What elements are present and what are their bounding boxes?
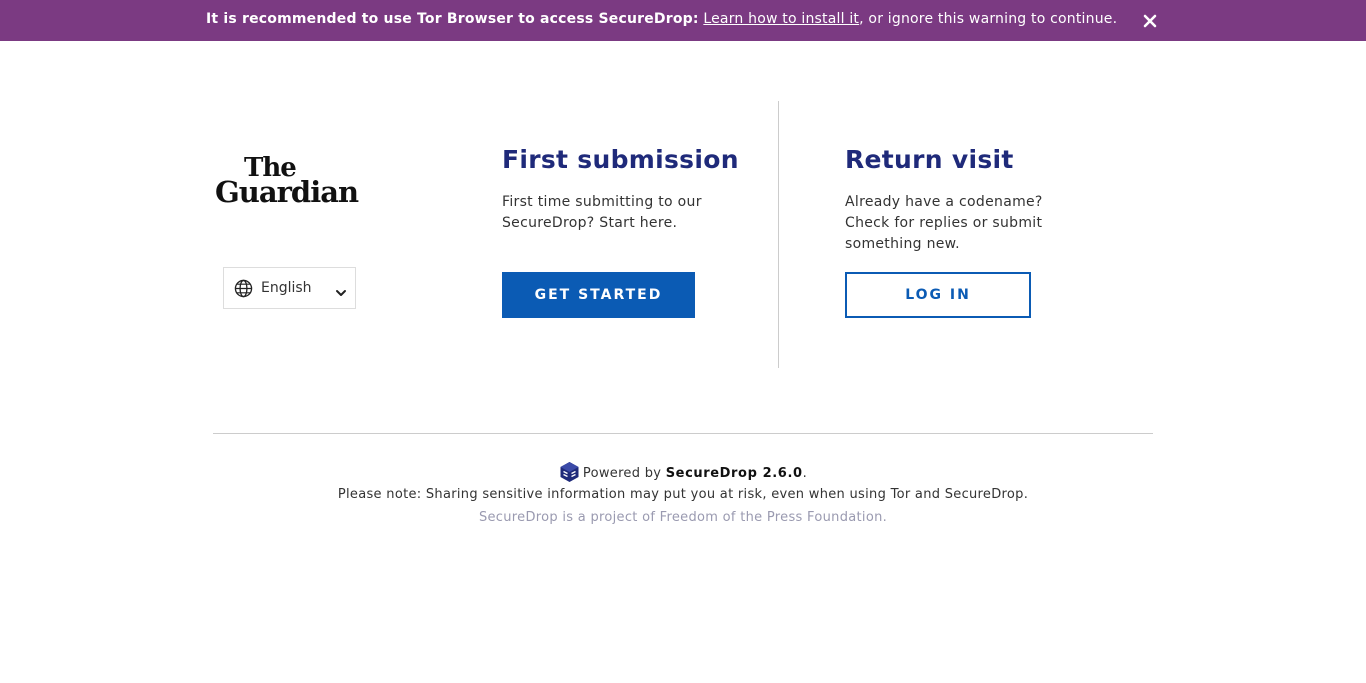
language-select[interactable]: English [223, 267, 356, 309]
column-divider [778, 101, 779, 368]
tor-warning-tail: , or ignore this warning to continue. [859, 11, 1118, 27]
risk-note: Please note: Sharing sensitive informati… [337, 487, 1029, 502]
securedrop-version: SecureDrop 2.6.0 [665, 466, 803, 481]
log-in-button[interactable]: LOG IN [845, 272, 1031, 318]
tor-warning-text: It is recommended to use Tor Browser to … [206, 11, 1117, 27]
powered-suffix: . [802, 466, 808, 481]
project-credit: SecureDrop is a project of Freedom of th… [478, 510, 888, 525]
guardian-logo: The Guardian [215, 153, 367, 209]
powered-prefix: Powered by [582, 466, 666, 481]
logo-line-guardian: Guardian [215, 175, 359, 209]
tor-warning-banner: It is recommended to use Tor Browser to … [0, 0, 1366, 41]
get-started-button[interactable]: GET STARTED [502, 272, 695, 318]
chevron-down-icon [335, 283, 347, 296]
return-visit-description: Already have a codename? Check for repli… [845, 194, 1043, 252]
first-submission-title: First submission [502, 145, 739, 174]
first-submission-description: First time submitting to our SecureDrop?… [502, 194, 702, 231]
footer-divider [213, 433, 1153, 434]
tor-warning-bold: It is recommended to use Tor Browser to … [206, 11, 699, 27]
language-label: English [261, 280, 312, 296]
securedrop-logo-icon [559, 461, 580, 483]
globe-icon [234, 279, 253, 298]
return-visit-title: Return visit [845, 145, 1014, 174]
powered-by: Powered by SecureDrop 2.6.0. [0, 461, 1366, 483]
close-icon[interactable] [1142, 13, 1158, 29]
install-tor-link[interactable]: Learn how to install it [703, 11, 859, 27]
